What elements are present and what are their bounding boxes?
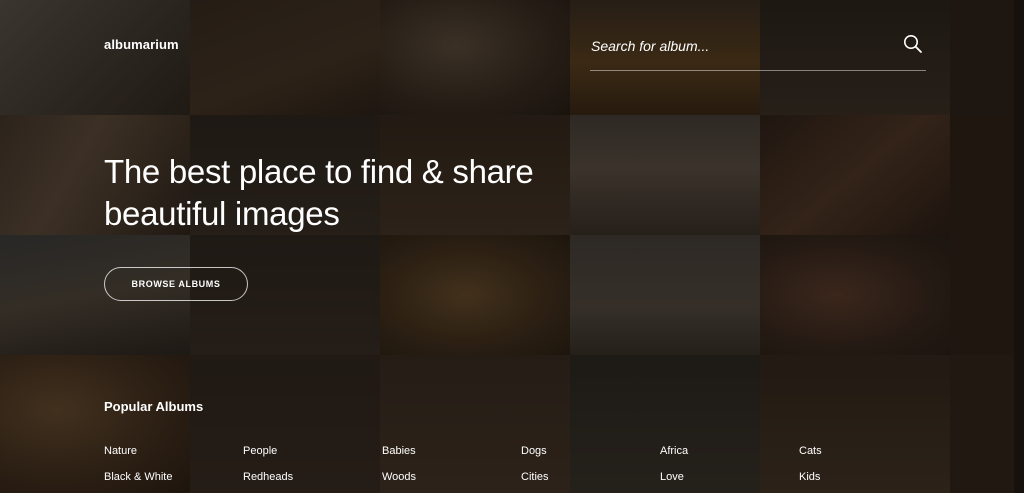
page: albumarium The best place to find & shar…: [0, 0, 1024, 493]
hero-title: The best place to find & share beautiful…: [104, 153, 534, 232]
album-link-nature[interactable]: Nature: [104, 444, 243, 470]
album-link-babies[interactable]: Babies: [382, 444, 521, 470]
search-input[interactable]: [591, 33, 881, 59]
search-icon[interactable]: [902, 33, 924, 55]
album-link-black-white[interactable]: Black & White: [104, 470, 243, 493]
album-link-love[interactable]: Love: [660, 470, 799, 493]
site-logo[interactable]: albumarium: [104, 37, 179, 52]
album-link-people[interactable]: People: [243, 444, 382, 470]
album-link-cats[interactable]: Cats: [799, 444, 938, 470]
dark-overlay: [0, 0, 1024, 493]
album-link-dogs[interactable]: Dogs: [521, 444, 660, 470]
popular-albums-list: Nature People Babies Dogs Africa Cats Bl…: [104, 444, 944, 493]
album-link-kids[interactable]: Kids: [799, 470, 938, 493]
album-link-woods[interactable]: Woods: [382, 470, 521, 493]
search-bar: [590, 30, 926, 71]
album-link-africa[interactable]: Africa: [660, 444, 799, 470]
browse-albums-button[interactable]: BROWSE ALBUMS: [104, 267, 248, 301]
album-link-redheads[interactable]: Redheads: [243, 470, 382, 493]
album-link-cities[interactable]: Cities: [521, 470, 660, 493]
popular-albums-heading: Popular Albums: [104, 399, 204, 414]
